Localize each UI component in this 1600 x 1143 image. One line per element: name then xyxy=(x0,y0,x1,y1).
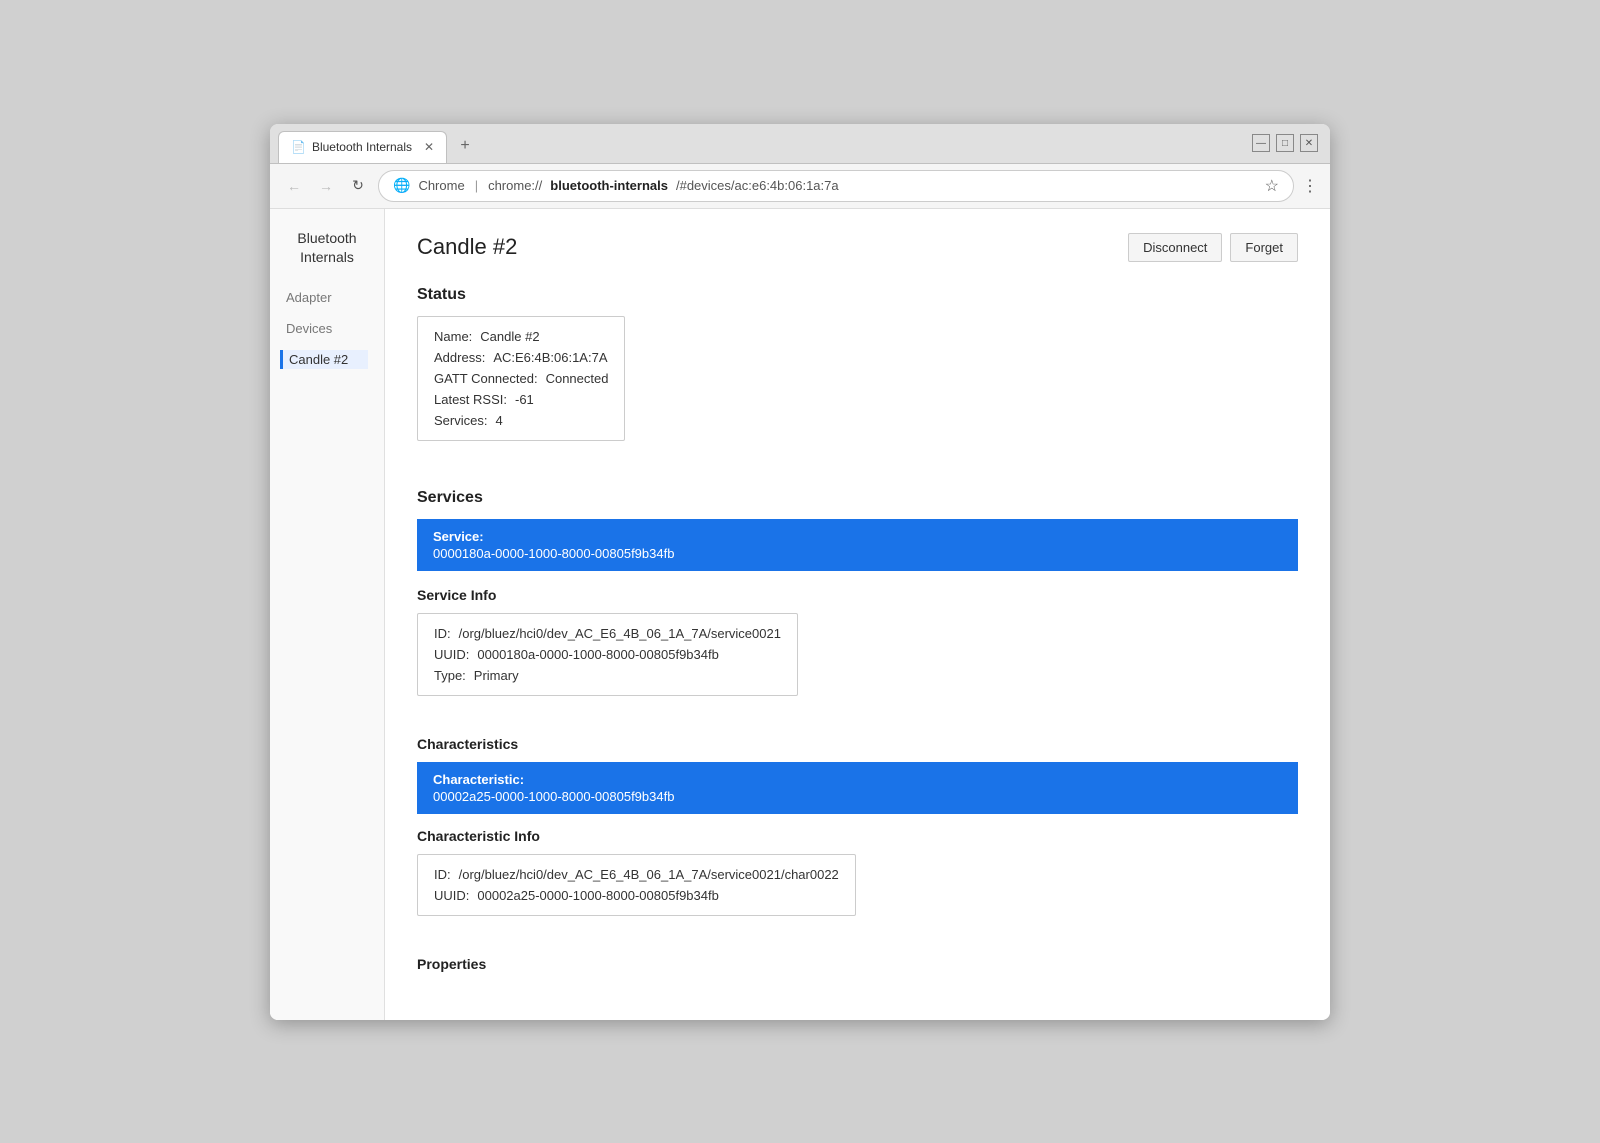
back-button[interactable]: ← xyxy=(282,174,306,198)
nav-bar: ← → ↻ 🌐 Chrome | chrome:// bluetooth-inte… xyxy=(270,164,1330,209)
status-section: Status Name: Candle #2 Address: AC:E6:4B… xyxy=(417,286,1298,465)
service-uuid-row: UUID: 0000180a-0000-1000-8000-00805f9b34… xyxy=(434,647,781,662)
char-bar-uuid: 00002a25-0000-1000-8000-00805f9b34fb xyxy=(433,789,1282,804)
status-rssi-label: Latest RSSI: xyxy=(434,392,507,407)
url-prefix: chrome:// xyxy=(488,178,542,193)
sidebar-item-candle2[interactable]: Candle #2 xyxy=(280,350,368,369)
services-section-title: Services xyxy=(417,489,1298,507)
service-info-box: ID: /org/bluez/hci0/dev_AC_E6_4B_06_1A_7… xyxy=(417,613,798,696)
properties-title: Properties xyxy=(417,956,1298,972)
new-tab-button[interactable]: + xyxy=(451,132,479,160)
main-content: Candle #2 Disconnect Forget Status Name:… xyxy=(385,209,1330,1020)
char-info-title: Characteristic Info xyxy=(417,828,1298,844)
disconnect-button[interactable]: Disconnect xyxy=(1128,233,1222,262)
status-services-row: Services: 4 xyxy=(434,413,608,428)
status-gatt-row: GATT Connected: Connected xyxy=(434,371,608,386)
status-name-row: Name: Candle #2 xyxy=(434,329,608,344)
sidebar-nav: Adapter Devices Candle #2 xyxy=(286,288,368,369)
active-tab[interactable]: 📄 Bluetooth Internals ✕ xyxy=(278,131,447,163)
device-header: Candle #2 Disconnect Forget xyxy=(417,233,1298,262)
reload-button[interactable]: ↻ xyxy=(346,174,370,198)
tab-title: Bluetooth Internals xyxy=(312,140,412,154)
browser-window: 📄 Bluetooth Internals ✕ + — □ ✕ ← → ↻ 🌐 … xyxy=(270,124,1330,1020)
status-name-label: Name: xyxy=(434,329,472,344)
url-actions: ☆ xyxy=(1265,176,1279,196)
service-uuid-value: 0000180a-0000-1000-8000-00805f9b34fb xyxy=(477,647,718,662)
status-services-value: 4 xyxy=(495,413,502,428)
forward-button[interactable]: → xyxy=(314,174,338,198)
minimize-button[interactable]: — xyxy=(1252,134,1270,152)
header-buttons: Disconnect Forget xyxy=(1128,233,1298,262)
tab-area: 📄 Bluetooth Internals ✕ + xyxy=(270,124,1240,163)
browser-menu-icon[interactable]: ⋮ xyxy=(1302,176,1318,196)
status-rssi-value: -61 xyxy=(515,392,534,407)
service-uuid-label: UUID: xyxy=(434,647,469,662)
url-globe-icon: 🌐 xyxy=(393,177,410,194)
title-bar: 📄 Bluetooth Internals ✕ + — □ ✕ xyxy=(270,124,1330,164)
service-id-label: ID: xyxy=(434,626,451,641)
url-bar[interactable]: 🌐 Chrome | chrome:// bluetooth-internals /… xyxy=(378,170,1294,202)
service-bar-label: Service: xyxy=(433,529,1282,544)
char-id-value: /org/bluez/hci0/dev_AC_E6_4B_06_1A_7A/se… xyxy=(459,867,839,882)
url-path: /#devices/ac:e6:4b:06:1a:7a xyxy=(676,178,839,193)
url-brand: Chrome xyxy=(418,178,464,193)
status-info-box: Name: Candle #2 Address: AC:E6:4B:06:1A:… xyxy=(417,316,625,441)
char-id-row: ID: /org/bluez/hci0/dev_AC_E6_4B_06_1A_7… xyxy=(434,867,839,882)
service-id-value: /org/bluez/hci0/dev_AC_E6_4B_06_1A_7A/se… xyxy=(459,626,781,641)
sidebar-title: Bluetooth Internals xyxy=(286,229,368,268)
status-address-row: Address: AC:E6:4B:06:1A:7A xyxy=(434,350,608,365)
services-section: Services Service: 0000180a-0000-1000-800… xyxy=(417,489,1298,972)
service-bar[interactable]: Service: 0000180a-0000-1000-8000-00805f9… xyxy=(417,519,1298,571)
close-button[interactable]: ✕ xyxy=(1300,134,1318,152)
char-info-box: ID: /org/bluez/hci0/dev_AC_E6_4B_06_1A_7… xyxy=(417,854,856,916)
status-address-label: Address: xyxy=(434,350,485,365)
char-uuid-row: UUID: 00002a25-0000-1000-8000-00805f9b34… xyxy=(434,888,839,903)
status-address-value: AC:E6:4B:06:1A:7A xyxy=(493,350,607,365)
sidebar-item-adapter[interactable]: Adapter xyxy=(286,288,368,307)
url-separator: | xyxy=(475,178,478,193)
status-rssi-row: Latest RSSI: -61 xyxy=(434,392,608,407)
service-info-title: Service Info xyxy=(417,587,1298,603)
service-type-label: Type: xyxy=(434,668,466,683)
status-gatt-value: Connected xyxy=(546,371,609,386)
url-bold-part: bluetooth-internals xyxy=(550,178,668,193)
forget-button[interactable]: Forget xyxy=(1230,233,1298,262)
window-controls: — □ ✕ xyxy=(1240,124,1330,163)
char-id-label: ID: xyxy=(434,867,451,882)
sidebar: Bluetooth Internals Adapter Devices Cand… xyxy=(270,209,385,1020)
tab-close-button[interactable]: ✕ xyxy=(424,140,434,154)
service-type-row: Type: Primary xyxy=(434,668,781,683)
characteristics-title: Characteristics xyxy=(417,736,1298,752)
maximize-button[interactable]: □ xyxy=(1276,134,1294,152)
char-bar-label: Characteristic: xyxy=(433,772,1282,787)
sidebar-item-devices[interactable]: Devices xyxy=(286,319,368,338)
content-area: Bluetooth Internals Adapter Devices Cand… xyxy=(270,209,1330,1020)
tab-favicon: 📄 xyxy=(291,140,306,154)
status-gatt-label: GATT Connected: xyxy=(434,371,538,386)
char-uuid-value: 00002a25-0000-1000-8000-00805f9b34fb xyxy=(477,888,718,903)
status-name-value: Candle #2 xyxy=(480,329,539,344)
service-type-value: Primary xyxy=(474,668,519,683)
status-services-label: Services: xyxy=(434,413,487,428)
service-id-row: ID: /org/bluez/hci0/dev_AC_E6_4B_06_1A_7… xyxy=(434,626,781,641)
service-bar-uuid: 0000180a-0000-1000-8000-00805f9b34fb xyxy=(433,546,1282,561)
status-section-title: Status xyxy=(417,286,1298,304)
characteristic-bar[interactable]: Characteristic: 00002a25-0000-1000-8000-… xyxy=(417,762,1298,814)
bookmark-icon[interactable]: ☆ xyxy=(1265,176,1279,196)
char-uuid-label: UUID: xyxy=(434,888,469,903)
device-title: Candle #2 xyxy=(417,234,517,260)
